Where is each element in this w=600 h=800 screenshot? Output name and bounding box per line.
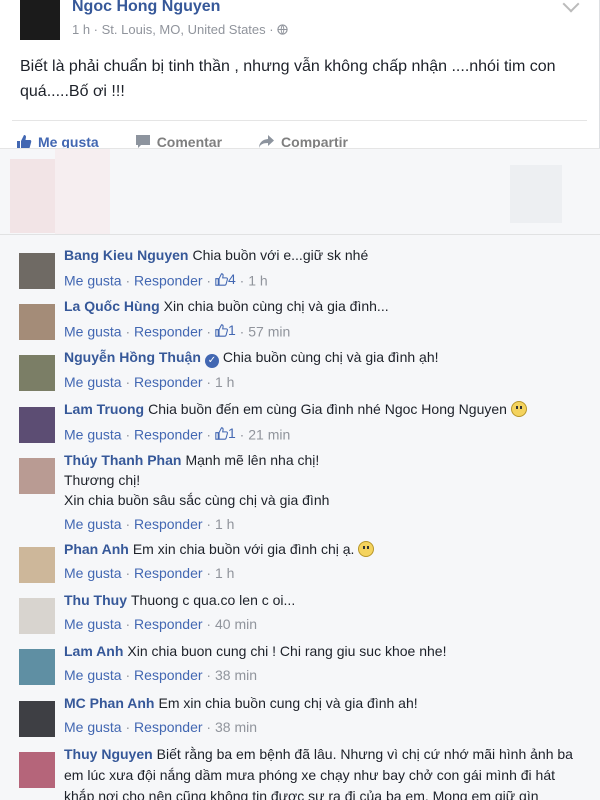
commenter-name[interactable]: La Quốc Hùng	[64, 298, 160, 314]
post-meta-text: 1 h · St. Louis, MO, United States ·	[72, 22, 278, 37]
chevron-down-icon[interactable]	[562, 0, 580, 13]
comment-text: Chia buồn cùng chị và gia đình ạh!	[222, 349, 439, 365]
comment-reply-link[interactable]: Responder	[134, 667, 203, 683]
post-meta: 1 h · St. Louis, MO, United States ·	[72, 22, 288, 37]
comment-time: 40 min	[215, 616, 258, 632]
thumbs-up-icon	[215, 426, 228, 440]
commenter-avatar[interactable]	[19, 701, 55, 737]
comment-like-link[interactable]: Me gusta	[64, 719, 122, 735]
comment-like-count[interactable]: 4	[215, 269, 236, 289]
commenter-avatar[interactable]	[19, 458, 55, 494]
commenter-avatar[interactable]	[19, 752, 55, 788]
comments-list: Bang Kieu Nguyen Chia buồn với e...giữ sk…	[0, 234, 600, 800]
comment-like-link[interactable]: Me gusta	[64, 516, 122, 532]
like-count: 4	[228, 271, 236, 287]
commenter-name[interactable]: Thúy Thanh Phan	[64, 452, 181, 468]
comment-reply-link[interactable]: Responder	[134, 565, 203, 581]
comment-like-link[interactable]: Me gusta	[64, 565, 122, 581]
comment-text: Chia buồn đến em cùng Gia đình nhé Ngoc …	[148, 401, 507, 417]
comment-like-count[interactable]: 1	[215, 320, 236, 340]
comment-like-link[interactable]: Me gusta	[64, 324, 122, 340]
comment-text: Xin chia buồn cùng chị và gia đình...	[163, 298, 389, 314]
comment-text: Xin chia buon cung chi ! Chi rang giu su…	[127, 643, 447, 659]
post-text: Biết là phải chuẩn bị tinh thần , nhưng …	[20, 58, 556, 100]
comment-time: 1 h	[215, 565, 235, 581]
commenter-name[interactable]: Lam Anh	[64, 643, 123, 659]
share-icon	[259, 135, 275, 148]
commenter-avatar[interactable]	[19, 547, 55, 583]
blurred-image	[10, 159, 55, 233]
comment-like-link[interactable]: Me gusta	[64, 374, 122, 390]
comment-time: 1 h	[215, 516, 235, 532]
thumbs-up-icon	[215, 272, 228, 286]
blurred-image	[55, 149, 110, 235]
commenter-avatar[interactable]	[19, 355, 55, 391]
commenter-avatar[interactable]	[19, 407, 55, 443]
comment-time: 38 min	[215, 719, 258, 735]
sad-face-icon	[358, 541, 375, 557]
comment-reply-link[interactable]: Responder	[134, 324, 203, 340]
comment-like-count[interactable]: 1	[215, 423, 236, 443]
comment-text: Thuong c qua.co len c oi...	[131, 592, 296, 608]
commenter-name[interactable]: Thu Thuy	[64, 592, 127, 608]
comment-like-link[interactable]: Me gusta	[64, 273, 122, 289]
commenter-name[interactable]: Thuy Nguyen	[64, 746, 153, 762]
comment-reply-link[interactable]: Responder	[134, 427, 203, 443]
post-header: Ngoc Hong Nguyen 1 h · St. Louis, MO, Un…	[0, 0, 599, 48]
commenter-name[interactable]: Bang Kieu Nguyen	[64, 247, 188, 263]
comment-like-link[interactable]: Me gusta	[64, 667, 122, 683]
comment-text: Chia buồn với e...giữ sk nhé	[192, 247, 369, 263]
like-count: 1	[228, 425, 236, 441]
like-count: 1	[228, 322, 236, 338]
comment-like-link[interactable]: Me gusta	[64, 616, 122, 632]
comment-reply-link[interactable]: Responder	[134, 516, 203, 532]
comment-time: 38 min	[215, 667, 258, 683]
commenter-name[interactable]: Phan Anh	[64, 541, 129, 557]
author-avatar[interactable]	[20, 0, 60, 40]
comment-text: Em xin chia buồn cung chị và gia đình ah…	[158, 695, 418, 711]
commenter-avatar[interactable]	[19, 253, 55, 289]
verified-badge-icon: ✓	[204, 354, 219, 368]
comment-reply-link[interactable]: Responder	[134, 374, 203, 390]
globe-icon	[277, 24, 288, 35]
author-name[interactable]: Ngoc Hong Nguyen	[72, 0, 220, 16]
thumbs-up-icon	[215, 323, 228, 337]
comment-text: Mạnh mẽ lên nha chị!	[185, 452, 320, 468]
comment-time: 1 h	[215, 374, 235, 390]
commenter-avatar[interactable]	[19, 304, 55, 340]
post-card: Ngoc Hong Nguyen 1 h · St. Louis, MO, Un…	[0, 0, 600, 162]
commenter-name[interactable]: Lam Truong	[64, 401, 144, 417]
comment-time: 21 min	[248, 426, 291, 443]
commenter-name[interactable]: Nguyễn Hồng Thuận	[64, 349, 201, 365]
commenter-name[interactable]: MC Phan Anh	[64, 695, 154, 711]
blurred-reactions-area	[0, 148, 600, 235]
commenter-avatar[interactable]	[19, 598, 55, 634]
comment-time: 1 h	[248, 272, 268, 289]
comment-icon	[135, 135, 150, 148]
comment-text-line: Thương chị!	[64, 472, 141, 488]
comment-reply-link[interactable]: Responder	[134, 273, 203, 289]
comment-like-link[interactable]: Me gusta	[64, 427, 122, 443]
blurred-image	[510, 165, 562, 223]
comment-reply-link[interactable]: Responder	[134, 616, 203, 632]
comment-text-line: Xin chia buồn sâu sắc cùng chị và gia đì…	[64, 492, 330, 508]
sad-face-icon	[510, 401, 527, 417]
comment-reply-link[interactable]: Responder	[134, 719, 203, 735]
commenter-avatar[interactable]	[19, 649, 55, 685]
comment-text: Em xin chia buồn với gia đình chị ạ.	[132, 541, 355, 557]
comment-time: 57 min	[248, 323, 291, 340]
